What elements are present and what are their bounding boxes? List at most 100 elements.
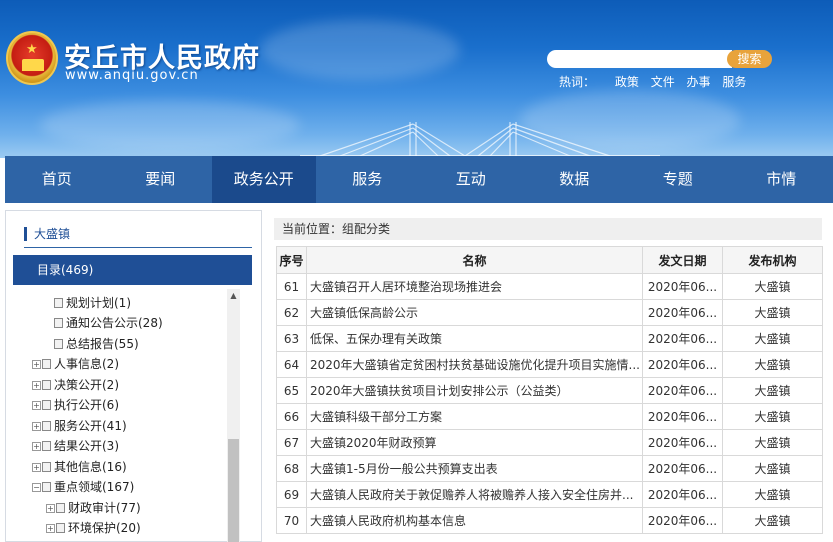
publisher: 大盛镇 xyxy=(722,273,823,300)
table-row: 65 2020年大盛镇扶贫项目计划安排公示（公益类） 2020年06... 大盛镇 xyxy=(276,377,823,404)
nav-item-topics[interactable]: 专题 xyxy=(626,156,730,203)
publisher: 大盛镇 xyxy=(722,403,823,430)
document-title-link[interactable]: 大盛镇召开人居环境整治现场推进会 xyxy=(306,273,643,300)
row-number: 70 xyxy=(276,507,307,534)
folder-icon xyxy=(42,421,51,431)
hot-word-link[interactable]: 政策 xyxy=(615,75,639,89)
tree-item[interactable]: + 人事信息(2) xyxy=(32,356,119,372)
collapse-icon[interactable]: − xyxy=(32,483,41,492)
table-row: 61 大盛镇召开人居环境整治现场推进会 2020年06... 大盛镇 xyxy=(276,273,823,300)
sidebar: 大盛镇 目录(469) 规划计划(1) 通知公告公示(28) 总结报告(55) … xyxy=(5,210,262,542)
tree-item[interactable]: + 决策公开(2) xyxy=(32,377,119,393)
search-button[interactable]: 搜索 xyxy=(727,50,772,68)
tree-item[interactable]: 规划计划(1) xyxy=(54,295,131,311)
publish-date: 2020年06... xyxy=(642,351,723,378)
tree-item[interactable]: + 其他信息(16) xyxy=(32,459,127,475)
search-input[interactable] xyxy=(547,50,732,68)
publish-date: 2020年06... xyxy=(642,455,723,482)
nav-item-home[interactable]: 首页 xyxy=(5,156,109,203)
tree-item[interactable]: − 重点领域(167) xyxy=(32,479,134,495)
folder-icon xyxy=(42,482,51,492)
publisher: 大盛镇 xyxy=(722,351,823,378)
row-number: 64 xyxy=(276,351,307,378)
publisher: 大盛镇 xyxy=(722,429,823,456)
national-emblem-icon: ★ xyxy=(6,31,58,85)
document-title-link[interactable]: 2020年大盛镇省定贫困村扶贫基础设施优化提升项目实施情... xyxy=(306,351,643,378)
directory-header[interactable]: 目录(469) xyxy=(13,255,252,285)
category-tree: 规划计划(1) 通知公告公示(28) 总结报告(55) + 人事信息(2) + 决策… xyxy=(6,289,236,542)
hot-words: 热词： 政策 文件 办事 服务 xyxy=(559,73,754,90)
row-number: 63 xyxy=(276,325,307,352)
folder-icon xyxy=(56,523,65,533)
site-domain: www.anqiu.gov.cn xyxy=(65,68,199,83)
tree-item[interactable]: + 财政审计(77) xyxy=(46,500,141,516)
nav-item-city-info[interactable]: 市情 xyxy=(730,156,833,203)
document-title-link[interactable]: 低保、五保办理有关政策 xyxy=(306,325,643,352)
expand-icon[interactable]: + xyxy=(32,401,41,410)
publisher: 大盛镇 xyxy=(722,299,823,326)
document-title-link[interactable]: 大盛镇人民政府关于敦促赡养人将被赡养人接入安全住房并... xyxy=(306,481,643,508)
document-icon xyxy=(54,318,63,328)
document-title-link[interactable]: 大盛镇低保高龄公示 xyxy=(306,299,643,326)
expand-icon[interactable]: + xyxy=(32,360,41,369)
hot-word-link[interactable]: 服务 xyxy=(722,75,746,89)
folder-icon xyxy=(42,462,51,472)
nav-item-data[interactable]: 数据 xyxy=(523,156,627,203)
publisher: 大盛镇 xyxy=(722,325,823,352)
tree-item[interactable]: + 环境保护(20) xyxy=(46,520,141,536)
document-title-link[interactable]: 大盛镇人民政府机构基本信息 xyxy=(306,507,643,534)
table-header-row: 序号 名称 发文日期 发布机构 xyxy=(276,246,823,274)
nav-item-news[interactable]: 要闻 xyxy=(109,156,213,203)
hot-word-link[interactable]: 文件 xyxy=(651,75,675,89)
document-icon xyxy=(54,339,63,349)
table-row: 66 大盛镇科级干部分工方案 2020年06... 大盛镇 xyxy=(276,403,823,430)
document-title-link[interactable]: 大盛镇2020年财政预算 xyxy=(306,429,643,456)
folder-icon xyxy=(42,359,51,369)
row-number: 65 xyxy=(276,377,307,404)
publisher: 大盛镇 xyxy=(722,507,823,534)
document-title-link[interactable]: 大盛镇1-5月份一般公共预算支出表 xyxy=(306,455,643,482)
folder-icon xyxy=(42,400,51,410)
tree-item[interactable]: + 结果公开(3) xyxy=(32,438,119,454)
nav-item-interaction[interactable]: 互动 xyxy=(419,156,523,203)
tree-item[interactable]: + 服务公开(41) xyxy=(32,418,127,434)
scrollbar-thumb[interactable] xyxy=(228,439,239,542)
document-title-link[interactable]: 2020年大盛镇扶贫项目计划安排公示（公益类） xyxy=(306,377,643,404)
bridge-illustration xyxy=(300,122,660,158)
hot-words-label: 热词： xyxy=(559,75,596,89)
row-number: 68 xyxy=(276,455,307,482)
row-number: 61 xyxy=(276,273,307,300)
row-number: 67 xyxy=(276,429,307,456)
expand-icon[interactable]: + xyxy=(32,442,41,451)
tree-item[interactable]: + 执行公开(6) xyxy=(32,397,119,413)
table-row: 68 大盛镇1-5月份一般公共预算支出表 2020年06... 大盛镇 xyxy=(276,455,823,482)
nav-item-services[interactable]: 服务 xyxy=(316,156,420,203)
table-row: 64 2020年大盛镇省定贫困村扶贫基础设施优化提升项目实施情... 2020年06… xyxy=(276,351,823,378)
document-table: 序号 名称 发文日期 发布机构 61 大盛镇召开人居环境整治现场推进会 2020年0… xyxy=(276,246,823,534)
hot-word-link[interactable]: 办事 xyxy=(687,75,711,89)
table-row: 63 低保、五保办理有关政策 2020年06... 大盛镇 xyxy=(276,325,823,352)
publish-date: 2020年06... xyxy=(642,403,723,430)
expand-icon[interactable]: + xyxy=(32,422,41,431)
breadcrumb: 当前位置：组配分类 xyxy=(274,218,822,240)
publish-date: 2020年06... xyxy=(642,299,723,326)
expand-icon[interactable]: + xyxy=(32,381,41,390)
publish-date: 2020年06... xyxy=(642,325,723,352)
expand-icon[interactable]: + xyxy=(46,524,55,533)
tree-item[interactable]: 总结报告(55) xyxy=(54,336,139,352)
table-row: 67 大盛镇2020年财政预算 2020年06... 大盛镇 xyxy=(276,429,823,456)
expand-icon[interactable]: + xyxy=(46,504,55,513)
row-number: 69 xyxy=(276,481,307,508)
publisher: 大盛镇 xyxy=(722,377,823,404)
nav-item-government-affairs[interactable]: 政务公开 xyxy=(212,156,316,203)
scroll-up-arrow-icon[interactable]: ▲ xyxy=(227,289,240,302)
tree-item[interactable]: 通知公告公示(28) xyxy=(54,315,163,331)
publish-date: 2020年06... xyxy=(642,273,723,300)
document-title-link[interactable]: 大盛镇科级干部分工方案 xyxy=(306,403,643,430)
folder-icon xyxy=(42,441,51,451)
divider xyxy=(24,247,252,248)
expand-icon[interactable]: + xyxy=(32,463,41,472)
publish-date: 2020年06... xyxy=(642,429,723,456)
folder-icon xyxy=(56,503,65,513)
column-header-number: 序号 xyxy=(276,246,307,274)
